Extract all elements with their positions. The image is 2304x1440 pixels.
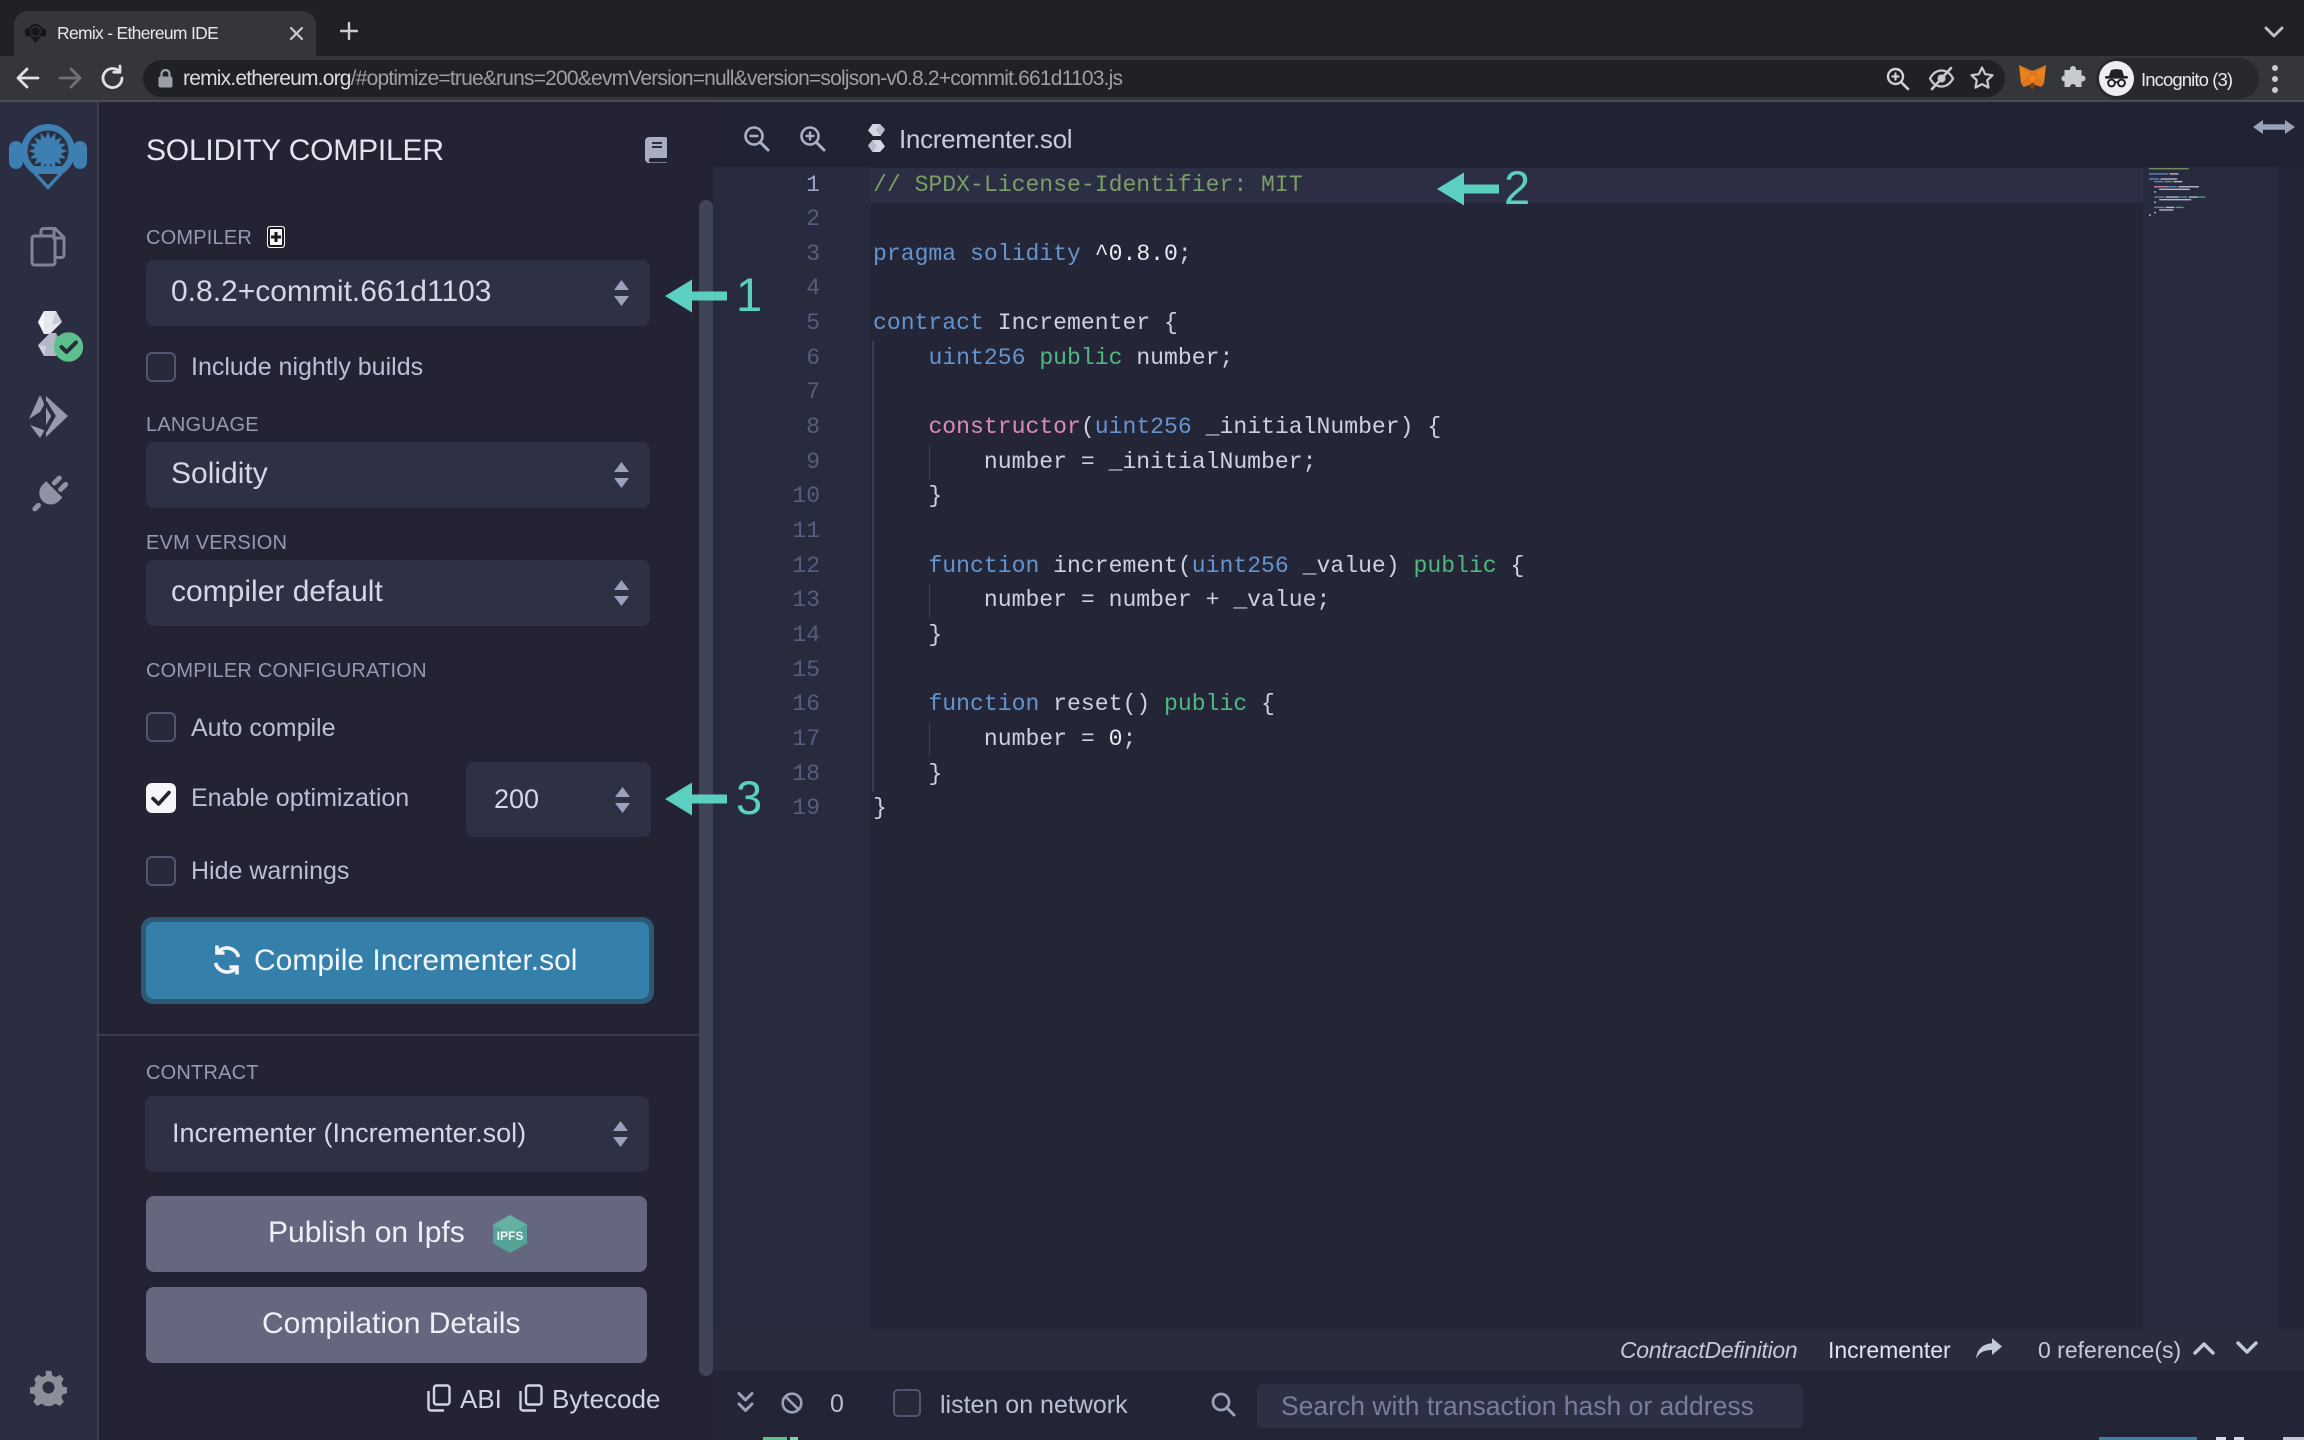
svg-text:IPFS: IPFS: [497, 1229, 524, 1243]
